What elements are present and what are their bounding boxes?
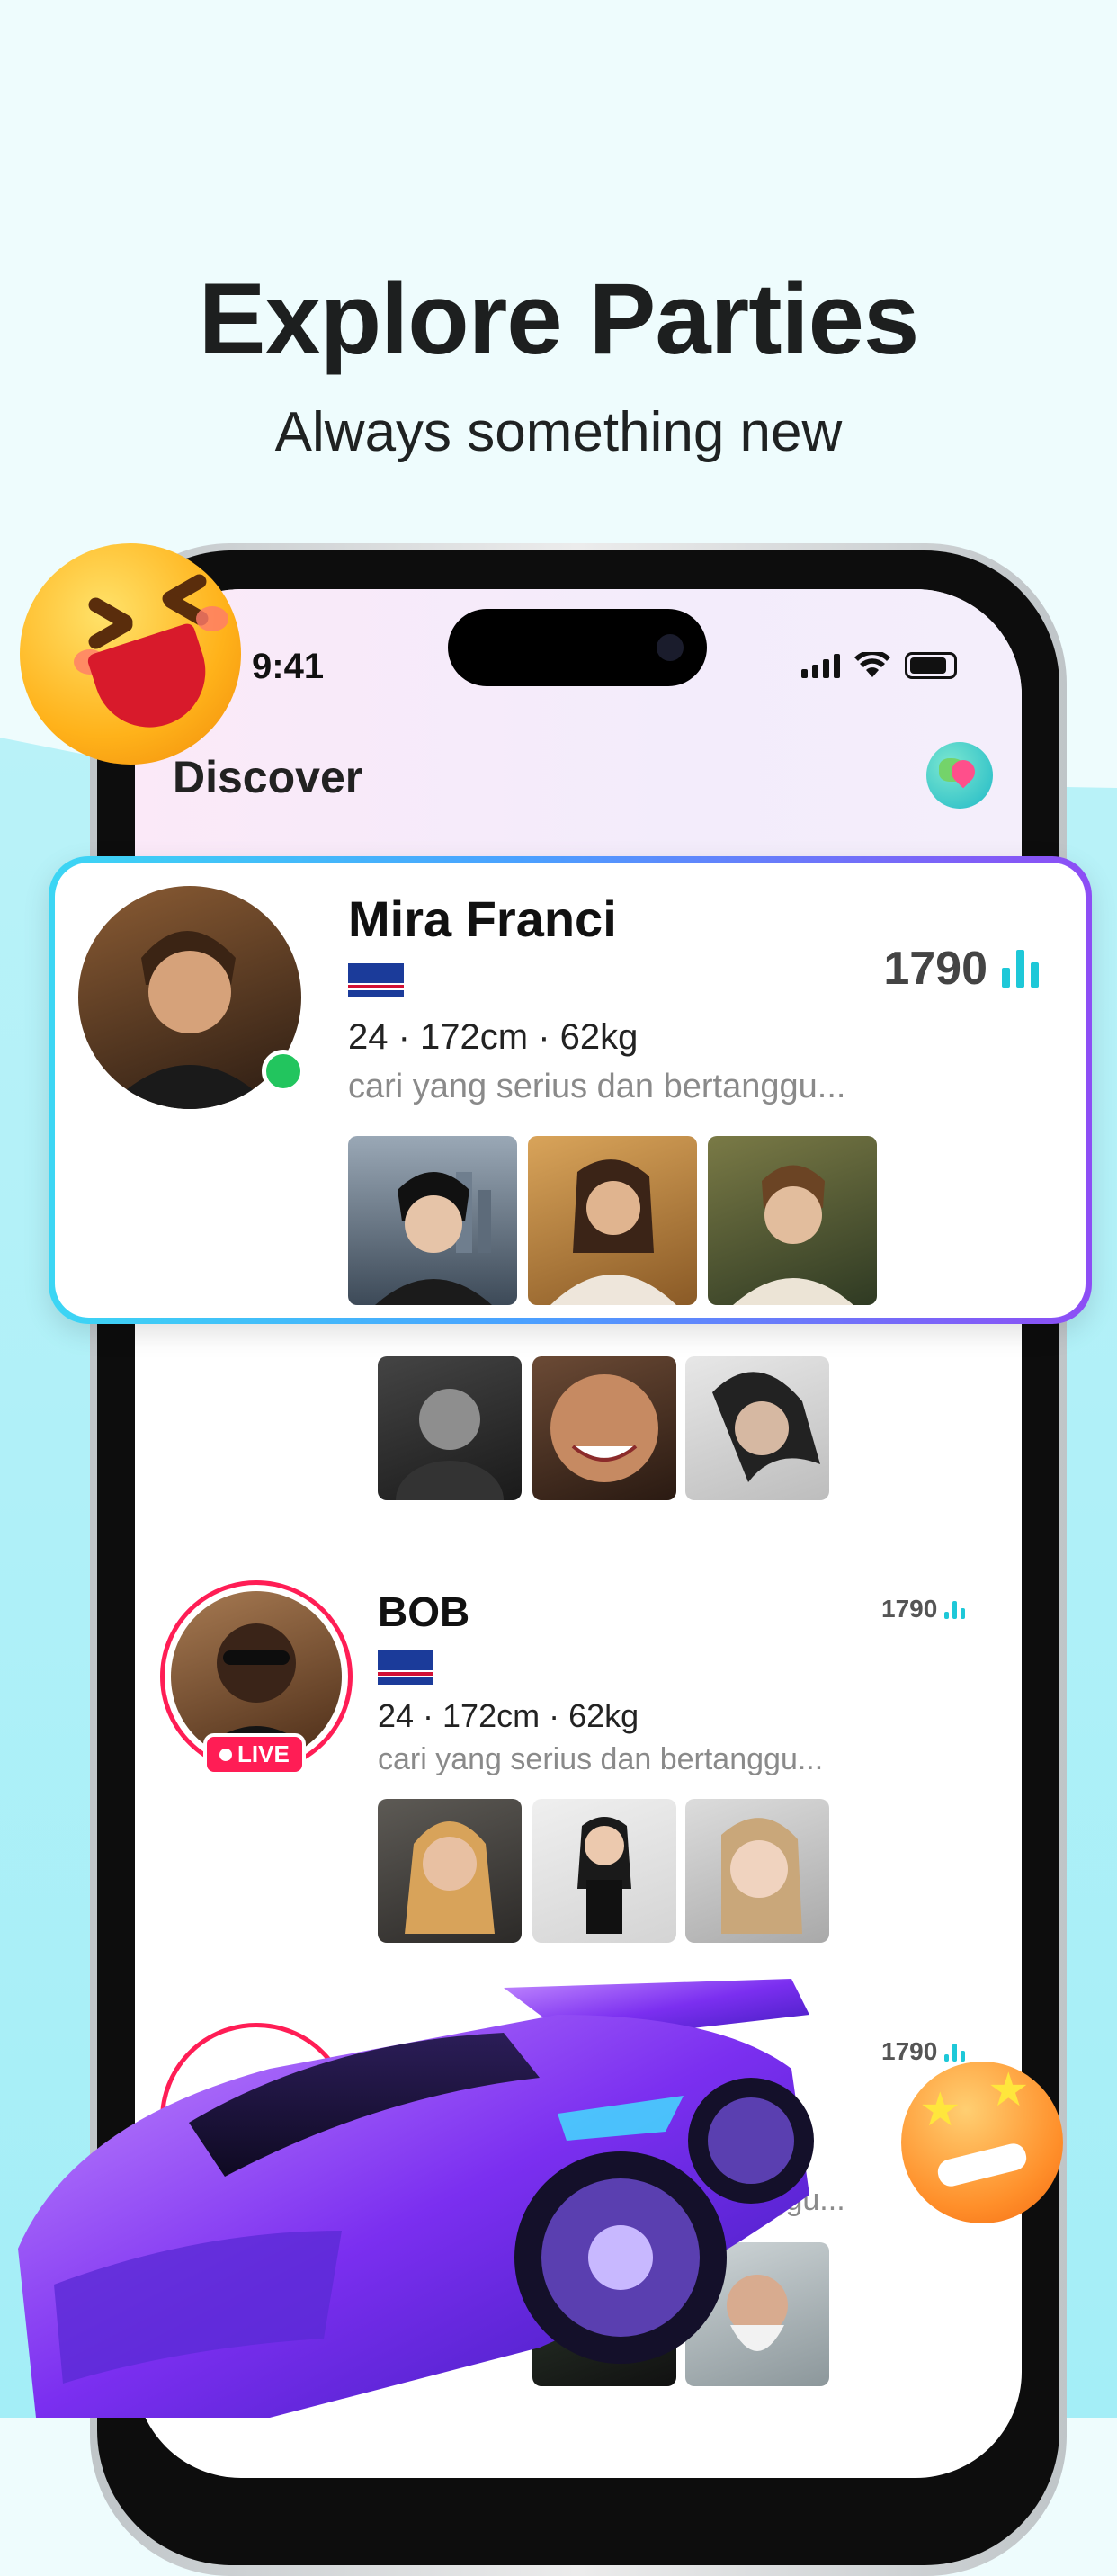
gallery-photo[interactable] — [532, 1356, 676, 1500]
featured-user-stats: 24 · 172cm · 62kg — [348, 1017, 639, 1057]
status-time: 9:41 — [252, 647, 325, 686]
promo-title: Explore Parties — [198, 263, 920, 375]
featured-profile-card[interactable]: Mira Franci 24 · 172cm · 62kg cari yang … — [49, 856, 1092, 1324]
score-badge: 1790 — [881, 1595, 966, 1623]
cape-verde-flag-icon — [348, 963, 404, 997]
battery-icon — [905, 652, 957, 679]
user-name[interactable]: BOB — [378, 1588, 469, 1636]
online-indicator — [262, 1050, 305, 1093]
bars-icon — [1002, 950, 1039, 988]
globe-location-icon[interactable] — [926, 742, 993, 809]
gallery-photo[interactable] — [348, 1136, 517, 1305]
gallery-photo[interactable] — [685, 1799, 829, 1943]
featured-user-name[interactable]: Mira Franci — [348, 890, 617, 948]
camera-icon — [657, 634, 684, 661]
user-bio: cari yang serius dan bertanggu... — [378, 1742, 824, 1776]
laughing-emoji-icon — [20, 543, 241, 765]
wifi-icon — [854, 652, 890, 677]
live-badge: LIVE — [203, 1733, 306, 1775]
user-stats: 24 · 172cm · 62kg — [378, 1697, 639, 1734]
score-badge: 1790 — [881, 2037, 966, 2066]
bars-icon — [944, 1599, 966, 1619]
gallery-photo[interactable] — [378, 1799, 522, 1943]
star-eyes-emoji-icon: ★ ★ — [901, 2062, 1063, 2223]
featured-score-badge: 1790 — [883, 942, 1039, 996]
gallery-photo[interactable] — [685, 1356, 829, 1500]
signal-icon — [801, 653, 840, 678]
promo-subtitle: Always something new — [274, 401, 843, 463]
gallery-photo[interactable] — [532, 1799, 676, 1943]
page-title: Discover — [173, 752, 363, 802]
bars-icon — [944, 2042, 966, 2062]
gallery-photo[interactable] — [708, 1136, 877, 1305]
cape-verde-flag-icon — [378, 1650, 433, 1685]
dynamic-island — [448, 609, 707, 686]
featured-card-body: Mira Franci 24 · 172cm · 62kg cari yang … — [55, 863, 1086, 1318]
location-pin-icon — [946, 755, 980, 789]
status-icons — [801, 652, 957, 679]
gallery-photo[interactable] — [378, 1356, 522, 1500]
gallery-photo[interactable] — [528, 1136, 697, 1305]
featured-user-bio: cari yang serius dan bertanggu... — [348, 1068, 846, 1105]
sports-car-icon — [18, 1979, 814, 2418]
